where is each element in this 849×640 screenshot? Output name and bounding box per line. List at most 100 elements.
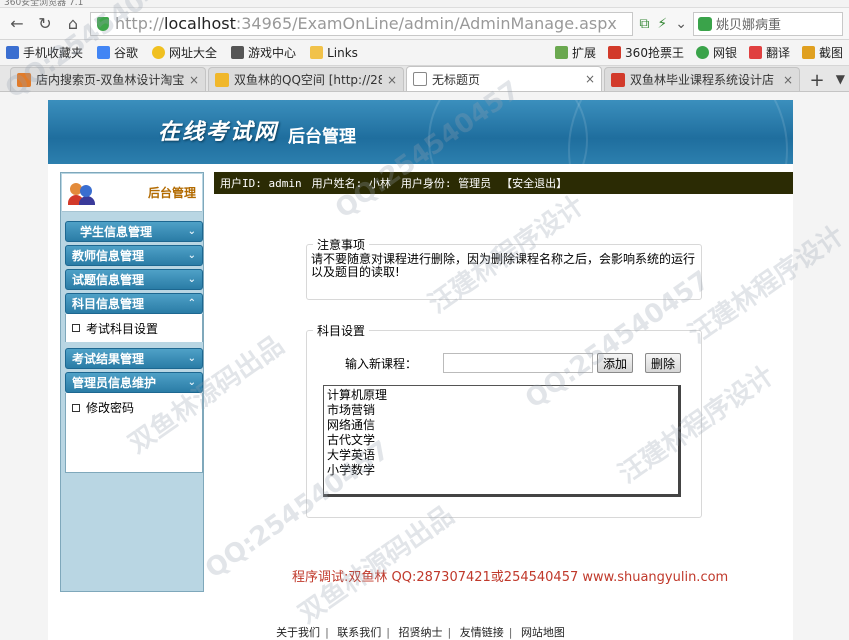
list-item[interactable]: 大学英语	[327, 448, 675, 463]
course-fieldset: 科目设置 输入新课程： 添加 删除 计算机原理 市场营销 网络通信 古代文学 大…	[306, 322, 702, 518]
search-input[interactable]: 姚贝娜病重	[693, 11, 843, 36]
google-icon	[97, 46, 111, 59]
course-legend: 科目设置	[317, 324, 366, 338]
home-icon[interactable]: ⌂	[62, 13, 84, 35]
menu-label: 管理员信息维护	[72, 376, 157, 390]
tab-qq-space[interactable]: 双鱼林的QQ空间 [http://28 ×	[208, 67, 404, 91]
address-toolbar: ← ↻ ⌂ http://localhost:34965/ExamOnLine/…	[0, 8, 849, 40]
menu-item-change-password[interactable]: 修改密码	[72, 399, 196, 416]
menu-item-label: 修改密码	[86, 401, 135, 415]
refresh-icon[interactable]: ↻	[34, 13, 56, 35]
bookmark-label: 360抢票王	[625, 46, 684, 60]
chevron-down-icon: ⌄	[187, 353, 196, 364]
menu-admin[interactable]: 管理员信息维护 ⌄	[65, 372, 203, 393]
divider: |	[508, 626, 513, 639]
menu-item-subject-settings[interactable]: 考试科目设置	[65, 314, 203, 342]
bookmark-translate[interactable]: 翻译	[748, 44, 790, 61]
menu-question[interactable]: 试题信息管理 ⌄	[65, 269, 203, 290]
gamepad-icon	[231, 46, 245, 59]
url-host: localhost	[164, 14, 236, 33]
developer-credit: 程序调试:双鱼林 QQ:287307421或254540457 www.shua…	[292, 570, 729, 585]
footer-contact[interactable]: 联系我们	[337, 626, 381, 639]
bookmark-label: 手机收藏夹	[23, 46, 84, 60]
share-icon[interactable]: ⧉	[639, 16, 649, 32]
window-title-strip: 360安全浏览器 7.1	[0, 0, 849, 8]
site-subtitle: 后台管理	[288, 127, 356, 147]
new-course-input[interactable]	[443, 353, 593, 373]
tab-label: 双鱼林毕业课程系统设计店	[630, 73, 775, 87]
menu-student[interactable]: 学生信息管理 ⌄	[65, 221, 203, 242]
list-item[interactable]: 古代文学	[327, 433, 675, 448]
bookmark-label: 网址大全	[169, 46, 218, 60]
url-input[interactable]: http://localhost:34965/ExamOnLine/admin/…	[90, 11, 634, 36]
tab-course-shop[interactable]: 双鱼林毕业课程系统设计店 ×	[604, 67, 800, 91]
bookmark-mobile[interactable]: 手机收藏夹	[6, 44, 83, 61]
sidebar-title: 后台管理	[147, 186, 196, 200]
back-arrow-icon[interactable]: ←	[6, 13, 28, 35]
chevron-down-icon: ⌄	[187, 226, 196, 237]
site-container: 在线考试网 后台管理 后台管理 学生信息管理 ⌄ 教师信息管理 ⌄ 试题信息管理 ⌄ …	[48, 100, 793, 640]
close-icon[interactable]: ×	[585, 72, 595, 86]
close-icon[interactable]: ×	[189, 73, 199, 87]
bookmark-extensions[interactable]: 扩展	[555, 44, 596, 61]
sidebar-menu: 学生信息管理 ⌄ 教师信息管理 ⌄ 试题信息管理 ⌄ 科目信息管理 ⌃ 考试科目设置 考…	[61, 213, 203, 473]
list-item[interactable]: 网络通信	[327, 418, 675, 433]
footer-about[interactable]: 关于我们	[276, 626, 320, 639]
star-icon	[215, 72, 229, 87]
new-tab-button[interactable]: +	[806, 69, 828, 91]
user-id: 用户ID: admin	[220, 177, 302, 190]
bookmark-tickets[interactable]: 360抢票王	[608, 44, 684, 61]
footer-links: 关于我们 | 联系我们 | 招贤纳士 | 友情链接 | 网站地图	[48, 624, 793, 640]
tab-label: 双鱼林的QQ空间 [http://28	[234, 73, 382, 87]
taobao-icon	[17, 72, 31, 87]
chevron-up-icon: ⌃	[187, 298, 196, 309]
search-text: 姚贝娜病重	[716, 18, 782, 33]
tab-list-icon[interactable]: ▼	[836, 72, 845, 86]
bookmark-screenshot[interactable]: 截图	[801, 44, 843, 61]
tab-untitled[interactable]: 无标题页 ×	[406, 66, 602, 91]
bookmark-label: 翻译	[765, 46, 790, 60]
footer-careers[interactable]: 招贤纳士	[399, 626, 443, 639]
tab-shop-search[interactable]: 店内搜索页-双鱼林设计淘宝 ×	[10, 67, 206, 91]
menu-label: 教师信息管理	[72, 249, 145, 263]
sites-icon	[152, 46, 166, 59]
new-course-label: 输入新课程：	[345, 356, 418, 371]
menu-item-label: 考试科目设置	[86, 321, 159, 336]
footer-sitemap[interactable]: 网站地图	[521, 626, 565, 639]
user-name: 用户姓名: 小林	[311, 177, 391, 190]
logout-link[interactable]: 【安全退出】	[501, 175, 567, 191]
add-button[interactable]: 添加	[597, 353, 634, 373]
bookmark-links[interactable]: Links	[310, 46, 358, 60]
close-icon[interactable]: ×	[783, 73, 793, 87]
tab-label: 店内搜索页-双鱼林设计淘宝	[36, 73, 184, 87]
bookmark-sites[interactable]: 网址大全	[152, 44, 217, 61]
tab-label: 无标题页	[432, 72, 481, 87]
speed-icon[interactable]: ⚡	[657, 16, 667, 32]
close-icon[interactable]: ×	[387, 73, 397, 87]
secure-shield-icon	[97, 16, 109, 31]
list-item[interactable]: 小学数学	[327, 463, 675, 478]
footer-friend-links[interactable]: 友情链接	[460, 626, 504, 639]
bullet-icon	[72, 324, 80, 332]
course-listbox[interactable]: 计算机原理 市场营销 网络通信 古代文学 大学英语 小学数学	[323, 385, 681, 497]
chevron-down-icon[interactable]: ⌄	[675, 16, 687, 32]
bullet-icon	[72, 403, 80, 412]
divider: |	[447, 626, 452, 639]
menu-subject[interactable]: 科目信息管理 ⌃	[65, 293, 203, 314]
delete-button[interactable]: 删除	[645, 353, 682, 373]
ticket-icon	[608, 46, 622, 59]
shop-icon	[611, 72, 625, 87]
menu-result[interactable]: 考试结果管理 ⌄	[65, 348, 203, 369]
bookmark-games[interactable]: 游戏中心	[231, 44, 296, 61]
scissors-icon	[801, 46, 815, 59]
bookmark-label: 网银	[712, 46, 737, 60]
menu-teacher[interactable]: 教师信息管理 ⌄	[65, 245, 203, 266]
search-engine-icon	[698, 16, 712, 31]
page-viewport: 在线考试网 后台管理 后台管理 学生信息管理 ⌄ 教师信息管理 ⌄ 试题信息管理 ⌄ …	[0, 92, 849, 640]
bookmark-bank[interactable]: 网银	[695, 44, 737, 61]
divider: |	[325, 626, 329, 639]
list-item[interactable]: 计算机原理	[327, 388, 675, 403]
list-item[interactable]: 市场营销	[327, 403, 675, 418]
bookmark-google[interactable]: 谷歌	[97, 44, 138, 61]
page-icon	[413, 72, 427, 86]
